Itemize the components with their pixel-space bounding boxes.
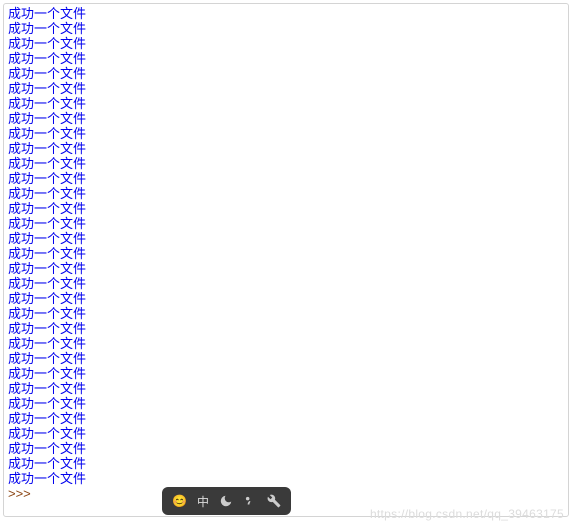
output-line: 成功一个文件: [8, 411, 564, 426]
output-line: 成功一个文件: [8, 81, 564, 96]
output-line: 成功一个文件: [8, 111, 564, 126]
output-line: 成功一个文件: [8, 186, 564, 201]
output-line: 成功一个文件: [8, 51, 564, 66]
output-line: 成功一个文件: [8, 6, 564, 21]
settings-icon[interactable]: [267, 494, 281, 508]
output-line: 成功一个文件: [8, 366, 564, 381]
output-line: 成功一个文件: [8, 216, 564, 231]
output-line: 成功一个文件: [8, 66, 564, 81]
output-line: 成功一个文件: [8, 336, 564, 351]
output-line: 成功一个文件: [8, 36, 564, 51]
output-line: 成功一个文件: [8, 351, 564, 366]
output-line: 成功一个文件: [8, 141, 564, 156]
output-line: 成功一个文件: [8, 396, 564, 411]
output-line: 成功一个文件: [8, 306, 564, 321]
output-line: 成功一个文件: [8, 456, 564, 471]
output-line: 成功一个文件: [8, 441, 564, 456]
output-line: 成功一个文件: [8, 276, 564, 291]
output-line: 成功一个文件: [8, 201, 564, 216]
watermark-text: https://blog.csdn.net/qq_39463175: [370, 507, 564, 521]
emoji-icon[interactable]: 😊: [172, 494, 187, 508]
console-output-panel: 成功一个文件成功一个文件成功一个文件成功一个文件成功一个文件成功一个文件成功一个…: [3, 3, 569, 517]
output-line: 成功一个文件: [8, 321, 564, 336]
output-line: 成功一个文件: [8, 426, 564, 441]
output-line: 成功一个文件: [8, 96, 564, 111]
output-line: 成功一个文件: [8, 156, 564, 171]
ime-toolbar: 😊 中: [162, 487, 291, 515]
output-line: 成功一个文件: [8, 171, 564, 186]
output-line: 成功一个文件: [8, 246, 564, 261]
output-line: 成功一个文件: [8, 21, 564, 36]
output-container: 成功一个文件成功一个文件成功一个文件成功一个文件成功一个文件成功一个文件成功一个…: [8, 6, 564, 486]
output-line: 成功一个文件: [8, 261, 564, 276]
output-line: 成功一个文件: [8, 126, 564, 141]
moon-icon[interactable]: [219, 494, 233, 508]
output-line: 成功一个文件: [8, 231, 564, 246]
output-line: 成功一个文件: [8, 471, 564, 486]
output-line: 成功一个文件: [8, 291, 564, 306]
output-line: 成功一个文件: [8, 381, 564, 396]
punctuation-icon[interactable]: [243, 494, 257, 508]
ime-language-toggle[interactable]: 中: [197, 493, 209, 510]
